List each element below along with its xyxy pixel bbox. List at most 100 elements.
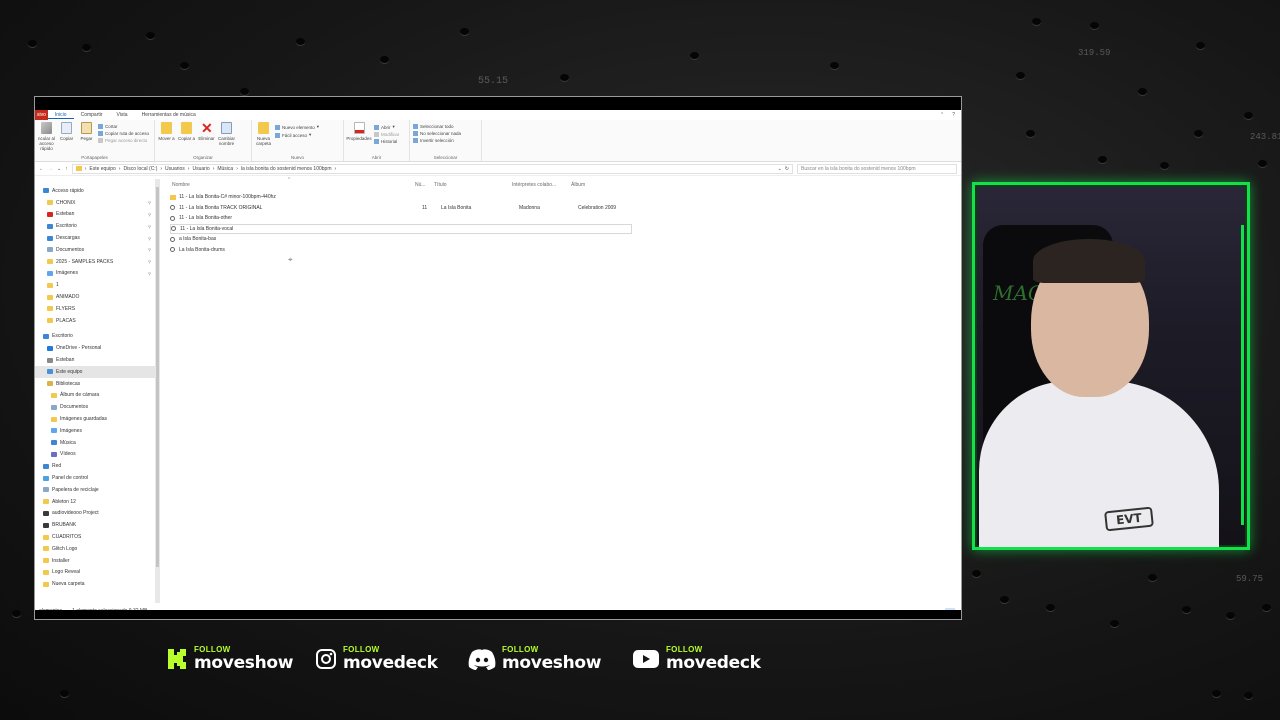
folder-icon <box>47 259 53 265</box>
properties-button[interactable]: Propiedades <box>346 122 372 141</box>
paste-shortcut-button[interactable]: Pegar acceso directo <box>98 138 149 143</box>
sidebar-item[interactable]: Logo Reveal <box>35 567 155 579</box>
sidebar-item[interactable]: Installer <box>35 555 155 567</box>
scrollbar-thumb[interactable] <box>156 187 159 567</box>
new-item-button[interactable]: Nuevo elemento ▾ <box>275 124 319 130</box>
forward-arrow-icon[interactable]: → <box>48 166 53 172</box>
tab-view[interactable]: Vista <box>110 112 135 118</box>
sidebar-item[interactable]: 1 <box>35 279 155 291</box>
breadcrumb-item[interactable]: Usuarios <box>165 166 185 172</box>
sidebar-item[interactable]: Imágenes <box>35 425 155 437</box>
history-button[interactable]: Historial <box>374 139 399 144</box>
background-stud <box>1090 22 1099 29</box>
sidebar-item[interactable]: Descargas ⚲ <box>35 232 155 244</box>
chevron-down-icon[interactable]: ⌄ <box>57 166 61 172</box>
background-stud <box>1098 156 1107 163</box>
breadcrumb[interactable]: › Este equipo › Disco local (C:) › Usuar… <box>71 163 793 174</box>
sidebar-item[interactable]: Acceso rápido <box>35 185 155 197</box>
breadcrumb-item[interactable]: Usuario <box>192 166 209 172</box>
cut-button[interactable]: Cortar <box>98 124 149 129</box>
sidebar-item[interactable]: Vídeos <box>35 449 155 461</box>
sidebar-item[interactable]: audiovideooo Project <box>35 508 155 520</box>
copy-button[interactable]: Copiar <box>58 122 75 141</box>
delete-button[interactable]: ✕ Eliminar <box>198 121 215 141</box>
column-header-name[interactable]: Nombre <box>172 182 190 188</box>
select-none-button[interactable]: No seleccionar nada <box>413 131 461 136</box>
file-row[interactable]: 11 - La Isla Bonita-vocal <box>170 223 632 234</box>
sidebar-item[interactable]: Panel de control <box>35 472 155 484</box>
sidebar-item[interactable]: CUADRITOS <box>35 531 155 543</box>
sidebar-item[interactable]: Esteban ⚲ <box>35 209 155 221</box>
network-icon <box>43 463 49 469</box>
audio-file-icon <box>170 247 175 252</box>
sidebar-item[interactable]: Esteban <box>35 354 155 366</box>
sidebar-item[interactable]: Este equipo <box>35 365 155 378</box>
chevron-up-icon[interactable]: ⌃ <box>940 112 944 118</box>
breadcrumb-item[interactable]: Música <box>217 166 233 172</box>
file-row[interactable]: 11 - La Isla Bonita-other <box>170 213 632 223</box>
column-header-title[interactable]: Título <box>434 182 447 188</box>
sidebar-item[interactable]: Documentos <box>35 401 155 413</box>
sidebar-item[interactable]: 2025 - SAMPLES PACKS ⚲ <box>35 256 155 268</box>
move-to-button[interactable]: Mover a <box>158 122 175 141</box>
sidebar-item[interactable]: Escritorio ⚲ <box>35 220 155 232</box>
sidebar-item[interactable]: Glitch Logo <box>35 543 155 555</box>
sidebar-item[interactable]: Red <box>35 460 155 472</box>
help-icon[interactable]: ? <box>952 112 955 118</box>
refresh-icon[interactable]: ↻ <box>785 166 789 172</box>
copy-to-label: Copiar a <box>178 136 196 141</box>
sidebar-item[interactable]: Documentos ⚲ <box>35 244 155 256</box>
easy-access-button[interactable]: Fácil acceso ▾ <box>275 132 319 138</box>
dropdown-icon[interactable]: ⌄ <box>778 166 782 172</box>
file-row[interactable]: a Isla Bonita-bas <box>170 234 632 244</box>
tab-share[interactable]: Compartir <box>74 112 110 118</box>
sidebar-item[interactable]: Ableton 12 <box>35 496 155 508</box>
select-all-button[interactable]: Seleccionar todo <box>413 124 461 129</box>
invert-selection-button[interactable]: Invertir selección <box>413 138 461 143</box>
follow-youtube[interactable]: FOLLOW movedeck <box>632 646 761 672</box>
column-header-artists[interactable]: Intérpretes colabo... <box>512 182 556 188</box>
sidebar-item[interactable]: OneDrive - Personal <box>35 342 155 354</box>
select-small-actions: Seleccionar todo No seleccionar nada Inv… <box>413 122 461 143</box>
edit-button[interactable]: Modificar <box>374 132 399 137</box>
sidebar-item[interactable]: BRUBANK <box>35 519 155 531</box>
breadcrumb-item[interactable]: Disco local (C:) <box>123 166 157 172</box>
paste-button[interactable]: Pegar <box>78 122 95 141</box>
search-input[interactable]: Buscar en la isla bonita do sostenid men… <box>797 163 957 174</box>
sidebar-item[interactable]: Bibliotecas <box>35 378 155 390</box>
sidebar-item[interactable]: Papelera de reciclaje <box>35 484 155 496</box>
sidebar-item[interactable]: Álbum de cámara <box>35 390 155 402</box>
follow-instagram[interactable]: FOLLOW movedeck <box>315 646 438 672</box>
open-button[interactable]: Abrir ▾ <box>374 124 399 130</box>
sidebar-item[interactable]: Música <box>35 437 155 449</box>
sidebar-item[interactable]: Nueva carpeta <box>35 578 155 590</box>
sidebar-item[interactable]: PLACAS <box>35 315 155 327</box>
column-header-number[interactable]: Nú... <box>415 182 426 188</box>
copy-to-button[interactable]: Copiar a <box>178 122 195 141</box>
file-row[interactable]: La Isla Bonita-drums <box>170 245 632 255</box>
breadcrumb-item[interactable]: la isla bonita do sostenid menos 100bpm <box>241 166 332 172</box>
column-header-album[interactable]: Álbum <box>571 182 585 188</box>
track-title: La Isla Bonita <box>441 204 472 211</box>
back-arrow-icon[interactable]: ← <box>39 166 44 172</box>
sidebar-item[interactable]: FLYERS <box>35 303 155 315</box>
new-folder-button[interactable]: Nueva carpeta <box>255 122 272 146</box>
tab-file[interactable]: sivo <box>35 110 48 120</box>
up-arrow-icon[interactable]: ↑ <box>65 166 68 172</box>
follow-discord[interactable]: FOLLOW moveshow <box>468 646 602 672</box>
tab-home[interactable]: Inicio <box>47 112 74 119</box>
sidebar-item[interactable]: Imágenes ⚲ <box>35 268 155 280</box>
file-row[interactable]: 11 - La Isla Bonita TRACK ORIGINAL 11 La I… <box>170 203 632 213</box>
sidebar-item[interactable]: CHONIX ⚲ <box>35 197 155 209</box>
sidebar-item[interactable]: Imágenes guardadas <box>35 413 155 425</box>
group-organize: Mover a Copiar a ✕ Eliminar Cambiar nomb… <box>155 120 252 161</box>
rename-button[interactable]: Cambiar nombre <box>218 122 235 146</box>
sidebar-item[interactable]: ANIMADO <box>35 291 155 303</box>
file-row[interactable]: 11 - La Isla Bonita-C# minor-100bpm-440h… <box>170 192 632 202</box>
pin-quick-access-button[interactable]: ncular al acceso rápido <box>38 122 55 151</box>
sidebar-item[interactable]: Escritorio <box>35 331 155 343</box>
tab-music-tools[interactable]: Herramientas de música <box>135 112 203 118</box>
follow-kick[interactable]: FOLLOW moveshow <box>166 646 294 672</box>
breadcrumb-item[interactable]: Este equipo <box>89 166 115 172</box>
copy-path-button[interactable]: Copiar ruta de acceso <box>98 131 149 136</box>
